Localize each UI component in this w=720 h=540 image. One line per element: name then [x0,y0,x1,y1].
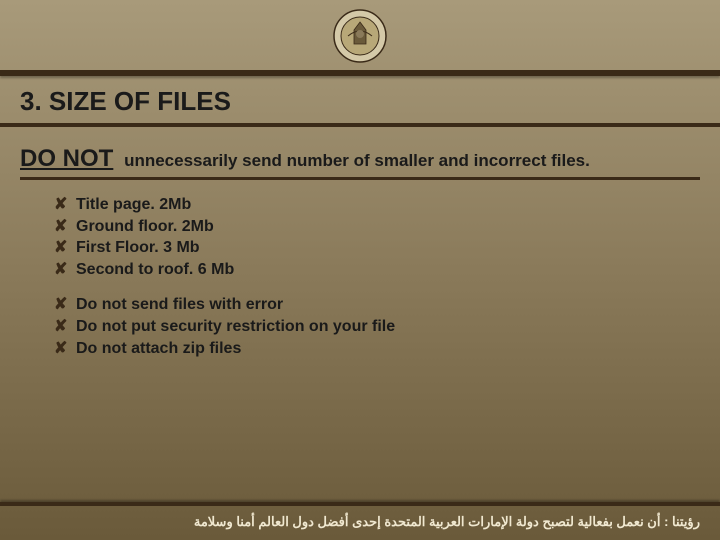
file-size-list: Title page. 2Mb Ground floor. 2Mb First … [54,194,700,280]
lead-prefix: DO NOT [20,145,113,172]
lead-rest: unnecessarily send number of smaller and… [124,151,590,170]
content-area: DO NOT unnecessarily send number of smal… [0,127,720,359]
list-item: Do not attach zip files [54,338,700,360]
header-logo [0,0,720,64]
restriction-list: Do not send files with error Do not put … [54,294,700,359]
list-item: Second to roof. 6 Mb [54,259,700,281]
list-item: Ground floor. 2Mb [54,216,700,238]
list-item: First Floor. 3 Mb [54,237,700,259]
emblem-icon [332,8,388,64]
list-item: Title page. 2Mb [54,194,700,216]
list-item: Do not send files with error [54,294,700,316]
list-item: Do not put security restriction on your … [54,316,700,338]
footer: رؤيتنا : أن نعمل بفعالية لتصبح دولة الإم… [0,502,720,540]
lead-line: DO NOT unnecessarily send number of smal… [20,145,700,180]
footer-text: رؤيتنا : أن نعمل بفعالية لتصبح دولة الإم… [0,506,720,540]
page-title: 3. SIZE OF FILES [0,76,720,127]
